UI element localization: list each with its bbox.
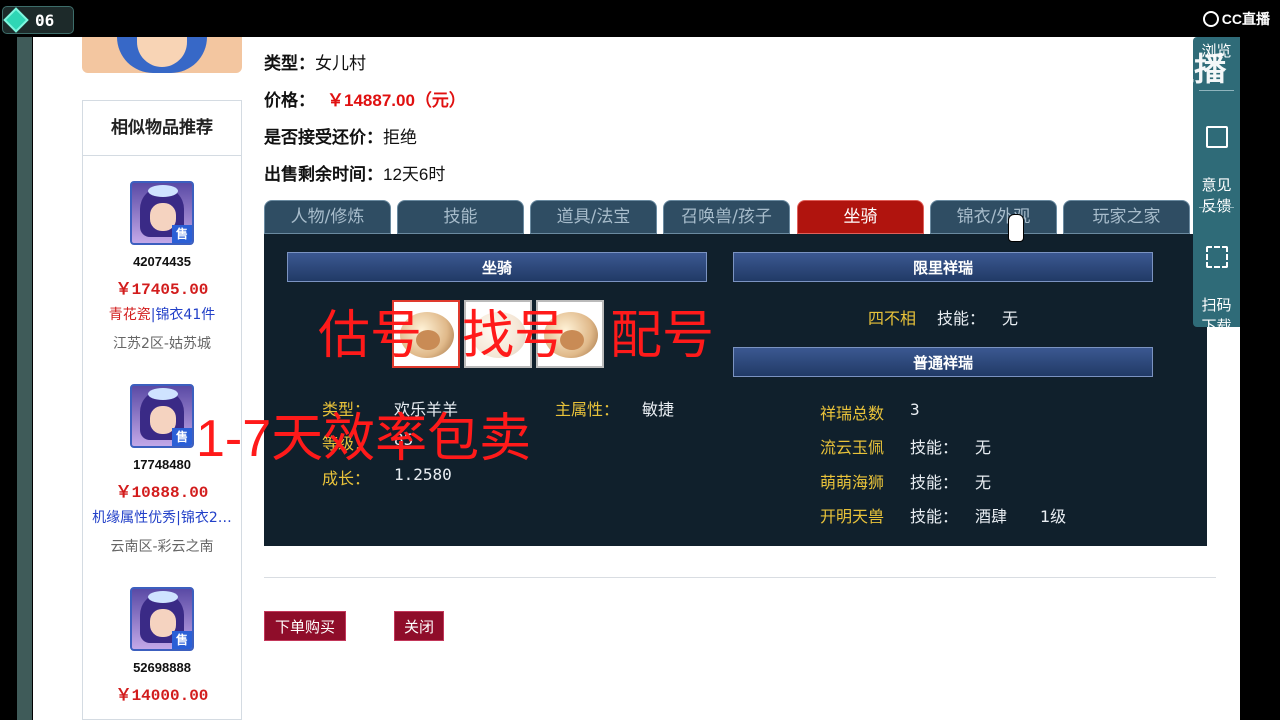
divider bbox=[264, 577, 1216, 578]
tab-skills[interactable]: 技能 bbox=[397, 200, 524, 234]
rec-item[interactable]: 售 42074435 ￥17405.00 青花瓷|锦衣41件 江苏2区-姑苏城 bbox=[83, 181, 241, 353]
info-price-value: ￥14887.00（元） bbox=[327, 91, 466, 110]
left-ruler bbox=[17, 37, 32, 720]
feedback-button[interactable]: 意见 反馈 bbox=[1193, 105, 1240, 217]
limit-item-skill-value: 无 bbox=[1002, 309, 1019, 328]
normal-item-name: 萌萌海狮 bbox=[820, 473, 885, 492]
overlay-text-1b: 找号 bbox=[462, 307, 567, 365]
tab-character[interactable]: 人物/修炼 bbox=[264, 200, 391, 234]
normal-item-skill-label: 技能： bbox=[910, 438, 959, 457]
cc-logo-icon bbox=[1202, 11, 1219, 27]
sell-badge: 售 bbox=[172, 428, 192, 446]
cc-watermark: CC直播 bbox=[1072, 44, 1226, 90]
overlay-text-1c: 配号 bbox=[610, 307, 715, 365]
buy-button[interactable]: 下单购买 bbox=[264, 611, 346, 641]
rec-tag-a[interactable]: 青花瓷 bbox=[109, 307, 151, 323]
info-type-value: 女儿村 bbox=[315, 54, 366, 73]
rec-item-id: 52698888 bbox=[133, 660, 191, 675]
level-number: 06 bbox=[35, 10, 55, 30]
rec-item[interactable]: 售 52698888 ￥14000.00 bbox=[83, 587, 241, 705]
scan-icon bbox=[1205, 246, 1228, 268]
close-button[interactable]: 关闭 bbox=[394, 611, 444, 641]
cc-logo: CC直播 bbox=[1202, 9, 1270, 29]
edit-icon bbox=[1205, 126, 1228, 148]
total-label: 祥瑞总数 bbox=[820, 404, 885, 423]
rec-tag-b[interactable]: 锦衣2… bbox=[181, 510, 232, 526]
tab-items[interactable]: 道具/法宝 bbox=[530, 200, 657, 234]
gem-icon bbox=[3, 7, 29, 33]
normal-item-skill-label: 技能： bbox=[910, 473, 959, 492]
info-bargain-value: 拒绝 bbox=[383, 128, 417, 147]
cc-watermark-text: CC直播 bbox=[1116, 51, 1227, 87]
cc-watermark-icon bbox=[1072, 47, 1112, 87]
info-time-value: 12天6时 bbox=[383, 165, 446, 184]
rec-thumbnail[interactable]: 售 bbox=[130, 587, 194, 651]
scan-download-button[interactable]: 扫码 下载 bbox=[1193, 225, 1240, 337]
normal-item-skill-label: 技能： bbox=[910, 507, 959, 526]
rec-item-price: ￥17405.00 bbox=[115, 281, 209, 299]
tab-home[interactable]: 玩家之家 bbox=[1063, 200, 1190, 234]
rec-tag-a[interactable]: 机缘属性优秀 bbox=[92, 510, 176, 526]
character-avatar bbox=[82, 37, 242, 73]
rec-thumbnail[interactable]: 售 bbox=[130, 181, 194, 245]
rec-item-price: ￥14000.00 bbox=[115, 687, 209, 705]
rec-item-tags: 机缘属性优秀|锦衣2… bbox=[92, 510, 232, 526]
rec-item-price: ￥10888.00 bbox=[115, 484, 209, 502]
total-value: 3 bbox=[910, 400, 920, 419]
rec-item-server: 云南区-彩云之南 bbox=[110, 539, 214, 555]
main-attr-label: 主属性： bbox=[555, 400, 620, 419]
info-bargain: 是否接受还价：拒绝 bbox=[264, 128, 417, 147]
cc-logo-text: CC直播 bbox=[1221, 11, 1270, 27]
sell-badge: 售 bbox=[172, 225, 192, 243]
info-price: 价格： ￥14887.00（元） bbox=[264, 91, 466, 110]
main-attr-value: 敏捷 bbox=[642, 400, 675, 419]
normal-item-name: 流云玉佩 bbox=[820, 438, 885, 457]
overlay-text-1a: 估号 bbox=[318, 307, 423, 365]
rec-item-id: 42074435 bbox=[133, 254, 191, 269]
tab-outfit[interactable]: 锦衣/外观 bbox=[930, 200, 1057, 234]
normal-item-name: 开明天兽 bbox=[820, 507, 885, 526]
similar-items-title: 相似物品推荐 bbox=[83, 101, 241, 156]
normal-item-skill-level: 1级 bbox=[1040, 507, 1067, 526]
normal-header: 普通祥瑞 bbox=[733, 347, 1153, 377]
mount-header: 坐骑 bbox=[287, 252, 707, 282]
mouse-cursor bbox=[1008, 214, 1024, 242]
level-badge: 06 bbox=[2, 6, 74, 34]
normal-item-skill-value: 酒肆 bbox=[975, 507, 1008, 526]
normal-item-skill-value: 无 bbox=[975, 438, 992, 457]
sell-badge: 售 bbox=[172, 631, 192, 649]
limit-item-skill-label: 技能： bbox=[937, 309, 986, 328]
info-type: 类型：女儿村 bbox=[264, 54, 366, 73]
tab-pets[interactable]: 召唤兽/孩子 bbox=[663, 200, 790, 234]
rec-tag-b[interactable]: 锦衣41件 bbox=[155, 307, 215, 323]
rec-thumbnail[interactable]: 售 bbox=[130, 384, 194, 448]
rec-item-server: 江苏2区-姑苏城 bbox=[113, 336, 211, 352]
right-black-strip bbox=[1240, 37, 1280, 720]
normal-item-skill-value: 无 bbox=[975, 473, 992, 492]
limit-header: 限里祥瑞 bbox=[733, 252, 1153, 282]
overlay-text-2: 1-7天效率包卖 bbox=[196, 410, 532, 468]
info-time: 出售剩余时间：12天6时 bbox=[264, 165, 446, 184]
top-bar: 06 CC直播 bbox=[0, 0, 1280, 37]
limit-item-name: 四不相 bbox=[868, 309, 917, 328]
detail-tabs: 人物/修炼 技能 道具/法宝 召唤兽/孩子 坐骑 锦衣/外观 玩家之家 bbox=[264, 200, 1208, 234]
tab-mount[interactable]: 坐骑 bbox=[797, 200, 924, 234]
rec-item-tags: 青花瓷|锦衣41件 bbox=[108, 307, 216, 323]
